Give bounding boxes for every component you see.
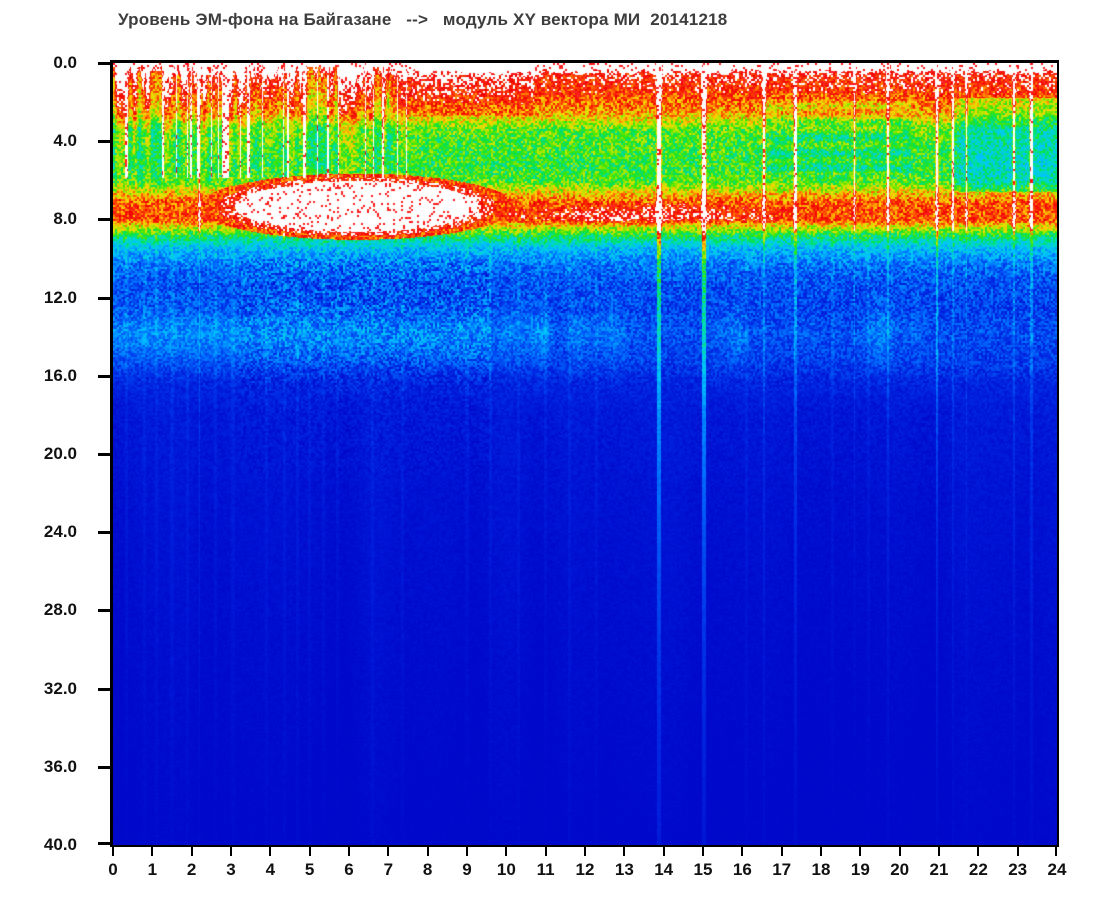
x-axis-tick <box>662 847 665 856</box>
x-tick-label: 3 <box>226 860 236 879</box>
x-tick-label: 17 <box>772 860 792 879</box>
x-axis-tick <box>780 847 783 856</box>
y-tick-label: 24.0 <box>43 522 77 542</box>
x-axis-tick <box>741 847 744 856</box>
x-tick-label: 2 <box>186 860 197 879</box>
x-axis-tick <box>1016 847 1019 856</box>
spectrogram-canvas <box>113 63 1057 845</box>
x-axis-tick <box>387 847 390 856</box>
x-tick-label: 6 <box>344 860 354 879</box>
y-axis-tick <box>98 296 110 300</box>
x-axis-tick <box>112 847 114 856</box>
x-tick-label: 22 <box>968 860 988 879</box>
x-tick-label: 13 <box>614 860 634 879</box>
y-tick-label: 0.0 <box>53 53 77 72</box>
y-tick-label: 20.0 <box>43 444 77 463</box>
x-axis-tick <box>544 847 547 856</box>
y-axis-tick <box>98 531 110 535</box>
x-tick-label: 1 <box>147 860 158 879</box>
x-tick-label: 0 <box>108 860 118 879</box>
x-tick-label: 20 <box>890 860 910 879</box>
x-tick-label: 15 <box>693 860 713 879</box>
plot-frame <box>110 60 1059 847</box>
y-tick-label: 16.0 <box>43 365 77 385</box>
x-axis-tick <box>977 847 980 856</box>
x-axis-tick <box>426 847 429 856</box>
x-tick-label: 24 <box>1047 860 1067 879</box>
x-tick-label: 11 <box>536 860 555 879</box>
y-tick-label: 8.0 <box>53 209 77 229</box>
x-axis-tick <box>151 847 154 856</box>
x-axis-tick <box>1055 847 1057 856</box>
y-tick-label: 12.0 <box>43 287 77 307</box>
x-tick-label: 4 <box>265 860 276 879</box>
x-axis-tick <box>308 847 311 856</box>
y-axis-tick <box>98 453 110 456</box>
page: Уровень ЭМ-фона на Байгазане --> модуль … <box>0 0 1096 900</box>
y-axis-tick <box>98 374 110 378</box>
x-axis-tick <box>820 847 822 856</box>
chart-title: Уровень ЭМ-фона на Байгазане --> модуль … <box>118 10 728 29</box>
x-axis-tick <box>623 847 626 856</box>
x-axis-tick <box>466 847 468 856</box>
y-tick-label: 36.0 <box>43 756 77 776</box>
x-axis-tick <box>190 847 193 856</box>
y-tick-label: 28.0 <box>43 600 77 620</box>
y-axis-tick <box>98 687 110 691</box>
x-axis-tick <box>584 847 586 856</box>
y-axis-tick <box>98 62 110 65</box>
y-axis-tick <box>98 218 110 222</box>
x-tick-label: 23 <box>1008 860 1028 879</box>
y-tick-label: 40.0 <box>43 835 77 854</box>
x-axis-tick <box>230 847 232 856</box>
x-tick-label: 12 <box>575 860 595 879</box>
x-axis-tick <box>702 847 704 856</box>
x-tick-label: 21 <box>929 860 949 879</box>
y-axis-tick <box>98 842 110 845</box>
x-axis-tick <box>898 847 901 856</box>
x-axis-tick <box>269 847 272 856</box>
x-tick-label: 7 <box>383 860 394 879</box>
y-axis-tick <box>98 140 110 144</box>
x-axis-tick <box>348 847 350 856</box>
y-axis-tick <box>98 765 110 769</box>
x-tick-label: 10 <box>496 860 516 879</box>
x-tick-label: 9 <box>462 860 472 879</box>
x-tick-label: 16 <box>732 860 752 879</box>
x-tick-label: 18 <box>811 860 831 879</box>
x-tick-label: 5 <box>304 860 315 879</box>
y-tick-label: 4.0 <box>53 131 77 151</box>
y-axis-tick <box>98 609 110 613</box>
x-axis-tick <box>859 847 862 856</box>
x-tick-label: 8 <box>422 860 433 879</box>
x-tick-label: 14 <box>654 860 674 879</box>
x-axis-tick <box>505 847 508 856</box>
x-tick-label: 19 <box>850 860 870 879</box>
y-tick-label: 32.0 <box>43 678 77 698</box>
x-axis-tick <box>938 847 940 856</box>
